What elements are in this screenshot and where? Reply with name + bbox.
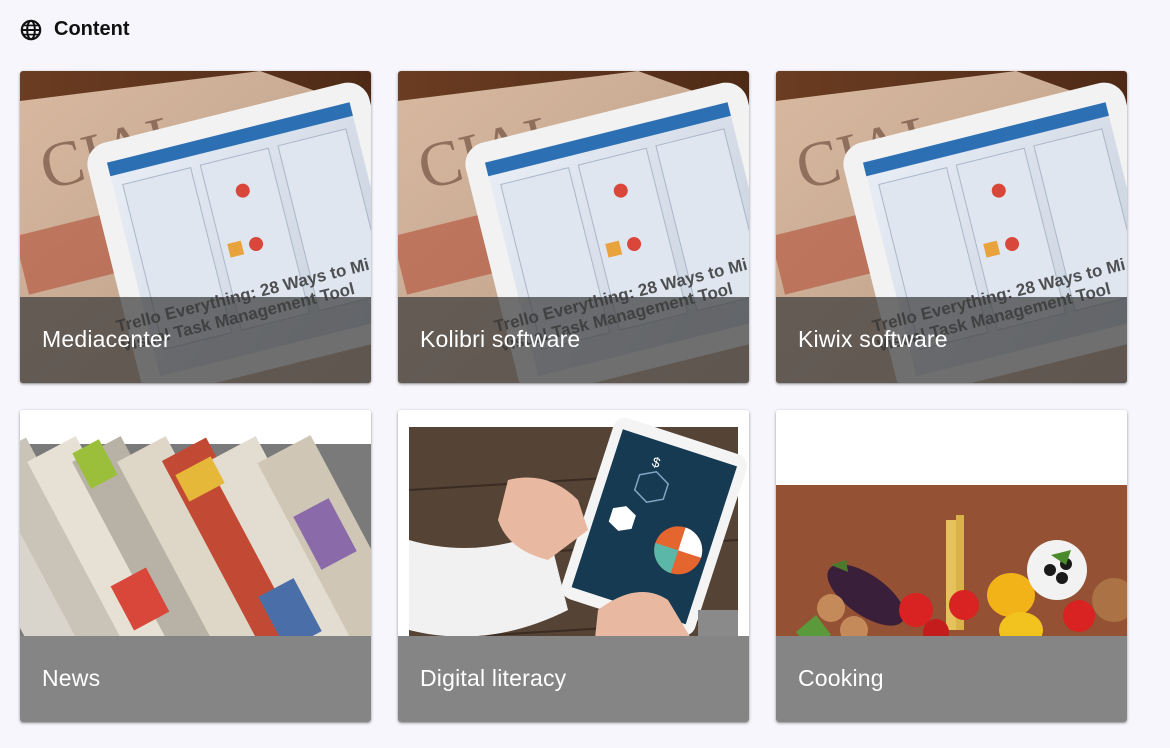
content-card-kiwix-software[interactable]: CIAL Trello Everything: 28 Ways to Mi Vi… bbox=[776, 71, 1127, 383]
globe-icon bbox=[20, 19, 42, 40]
card-label: Cooking bbox=[798, 665, 884, 691]
content-card-cooking[interactable]: Cooking bbox=[776, 410, 1127, 722]
content-card-digital-literacy[interactable]: $ Digital literacy bbox=[398, 410, 749, 722]
card-label: Mediacenter bbox=[42, 326, 171, 352]
card-label: Kolibri software bbox=[420, 326, 581, 352]
content-card-news[interactable]: News bbox=[20, 410, 371, 722]
card-label: Kiwix software bbox=[798, 326, 948, 352]
card-label: Digital literacy bbox=[420, 665, 567, 691]
section-header: Content bbox=[20, 18, 130, 41]
section-title: Content bbox=[54, 18, 130, 40]
content-card-mediacenter[interactable]: CIAL Trello Everything: 28 Ways to Mi Vi… bbox=[20, 71, 371, 383]
card-label: News bbox=[42, 665, 101, 691]
content-card-kolibri-software[interactable]: CIAL Trello Everything: 28 Ways to Mi Vi… bbox=[398, 71, 749, 383]
